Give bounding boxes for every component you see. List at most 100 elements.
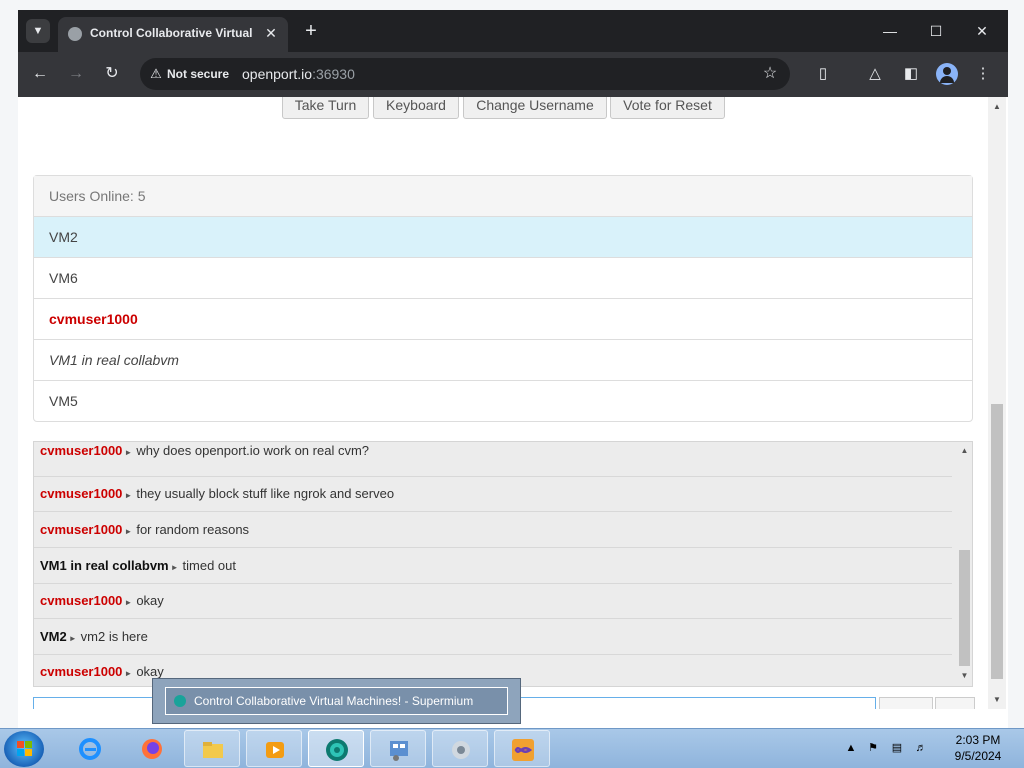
tab-title: Control Collaborative Virtual Machines! … [90, 26, 254, 40]
minimize-button[interactable]: — [868, 18, 912, 44]
take-turn-button[interactable]: Take Turn [282, 97, 369, 119]
taskbar-firefox[interactable] [124, 730, 180, 767]
chat-message: cvmuser1000 ► for random reasons [34, 513, 952, 548]
clock-date: 9/5/2024 [954, 749, 1002, 763]
chat-scrollbar[interactable]: ▲ ▼ [956, 442, 972, 686]
chat-message: cvmuser1000 ► okay [34, 584, 952, 619]
show-hidden-icons-icon[interactable]: ▲ [844, 741, 858, 755]
network-icon[interactable]: ▤ [890, 741, 904, 755]
chat-text: why does openport.io work on real cvm? [136, 443, 370, 458]
start-button[interactable] [4, 731, 44, 767]
user-item[interactable]: VM5 [34, 381, 972, 421]
window-close-button[interactable]: ✕ [960, 18, 1004, 44]
tab-strip: ▼ Control Collaborative Virtual Machines… [18, 10, 1008, 52]
chat-message: cvmuser1000 ► why does openport.io work on… [34, 442, 952, 477]
user-item[interactable]: VM2 [34, 217, 972, 258]
user-item[interactable]: VM6 [34, 258, 972, 299]
arrow-icon: ► [124, 598, 133, 607]
action-center-flag-icon[interactable]: ⚑ [866, 741, 880, 755]
security-label[interactable]: Not secure [167, 67, 229, 81]
globe-icon [68, 27, 82, 41]
app-icon [452, 741, 470, 759]
chat-text: okay [136, 593, 164, 608]
users-online-header: Users Online: 5 [34, 176, 972, 217]
extensions-icon[interactable]: ▯ [812, 63, 834, 85]
file-explorer-icon [203, 742, 223, 758]
scroll-down-icon[interactable]: ▼ [959, 670, 970, 682]
chat-username: cvmuser1000 [40, 443, 123, 458]
labs-flask-icon[interactable]: △ [864, 63, 886, 85]
url-port: :36930 [312, 66, 355, 82]
taskbar-internet-explorer[interactable] [62, 730, 118, 767]
chat-message: cvmuser1000 ► they usually block stuff lik… [34, 477, 952, 512]
clock-time: 2:03 PM [955, 733, 1001, 747]
windows-logo-icon [17, 741, 33, 757]
scroll-up-icon[interactable]: ▲ [959, 445, 970, 457]
extra-button[interactable] [935, 697, 975, 709]
chat-panel[interactable]: cvmuser1000 ► why does openport.io work on… [33, 441, 973, 687]
chat-username: cvmuser1000 [40, 486, 123, 501]
page-scrollbar[interactable]: ▲ ▼ [988, 97, 1006, 709]
tab-search-button[interactable]: ▼ [26, 19, 50, 43]
internet-explorer-icon [79, 738, 101, 760]
firefox-icon [142, 739, 162, 759]
arrow-icon: ► [170, 563, 179, 572]
reload-button[interactable]: ↻ [100, 63, 124, 85]
address-bar[interactable]: ⚠ Not secure openport.io:36930 ☆ [140, 58, 790, 90]
taskbar-media-player[interactable] [246, 730, 302, 767]
taskbar-control-panel[interactable] [370, 730, 426, 767]
desktop-background-left [0, 0, 18, 728]
desktop-background-right [1008, 0, 1024, 728]
chat-username: VM1 in real collabvm [40, 558, 169, 573]
taskbar-visual-studio[interactable] [494, 730, 550, 767]
profile-avatar-icon[interactable] [936, 63, 958, 85]
taskbar-clock[interactable]: 2:03 PM 9/5/2024 [936, 732, 1020, 764]
keyboard-button[interactable]: Keyboard [373, 97, 459, 119]
chat-text: okay [136, 664, 164, 679]
arrow-icon: ► [124, 448, 133, 457]
page-content: Take Turn Keyboard Change Username Vote … [18, 97, 988, 709]
chat-message: VM2 ► vm2 is here [34, 620, 952, 655]
change-username-button[interactable]: Change Username [463, 97, 607, 119]
supermium-icon [326, 739, 348, 761]
user-item[interactable]: VM1 in real collabvm [34, 340, 972, 381]
taskbar-tooltip: Control Collaborative Virtual Machines! … [152, 678, 521, 724]
chat-text: vm2 is here [80, 629, 148, 644]
arrow-icon: ► [124, 491, 133, 500]
chat-text: timed out [182, 558, 237, 573]
side-panel-icon[interactable]: ◧ [900, 63, 922, 85]
chat-username: cvmuser1000 [40, 593, 123, 608]
chat-text: for random reasons [136, 522, 250, 537]
new-tab-button[interactable]: + [300, 20, 322, 42]
supermium-icon [174, 695, 186, 707]
user-item[interactable]: cvmuser1000 [34, 299, 972, 340]
vote-reset-button[interactable]: Vote for Reset [610, 97, 725, 119]
chat-username: cvmuser1000 [40, 664, 123, 679]
taskbar-file-explorer[interactable] [184, 730, 240, 767]
bookmark-star-icon[interactable]: ☆ [760, 64, 780, 84]
tooltip-item[interactable]: Control Collaborative Virtual Machines! … [165, 687, 508, 715]
chat-scroll-thumb[interactable] [959, 550, 970, 666]
send-button[interactable] [879, 697, 933, 709]
arrow-icon: ► [68, 634, 77, 643]
desktop-background [0, 0, 1024, 10]
volume-muted-icon[interactable]: ♬ [914, 741, 928, 755]
maximize-button[interactable]: ☐ [914, 18, 958, 44]
tab-active[interactable]: Control Collaborative Virtual Machines! … [58, 17, 288, 52]
users-panel: Users Online: 5 VM2 VM6 cvmuser1000 VM1 … [33, 175, 973, 422]
back-button[interactable]: ← [28, 63, 52, 85]
menu-kebab-icon[interactable]: ⋮ [972, 63, 994, 85]
page-scroll-thumb[interactable] [991, 404, 1003, 679]
url-text[interactable]: openport.io:36930 [242, 66, 355, 82]
scroll-up-icon[interactable]: ▲ [991, 100, 1003, 114]
url-host: openport.io [242, 66, 313, 82]
warning-icon: ⚠ [150, 66, 162, 81]
chat-text: they usually block stuff like ngrok and … [136, 486, 395, 501]
taskbar-supermium[interactable] [308, 730, 364, 767]
close-icon[interactable]: ✕ [262, 24, 280, 42]
scroll-down-icon[interactable]: ▼ [991, 693, 1003, 707]
forward-button[interactable]: → [64, 63, 88, 85]
taskbar-app[interactable] [432, 730, 488, 767]
taskbar: ▲ ⚑ ▤ ♬ 2:03 PM 9/5/2024 [0, 728, 1024, 768]
arrow-icon: ► [124, 669, 133, 678]
